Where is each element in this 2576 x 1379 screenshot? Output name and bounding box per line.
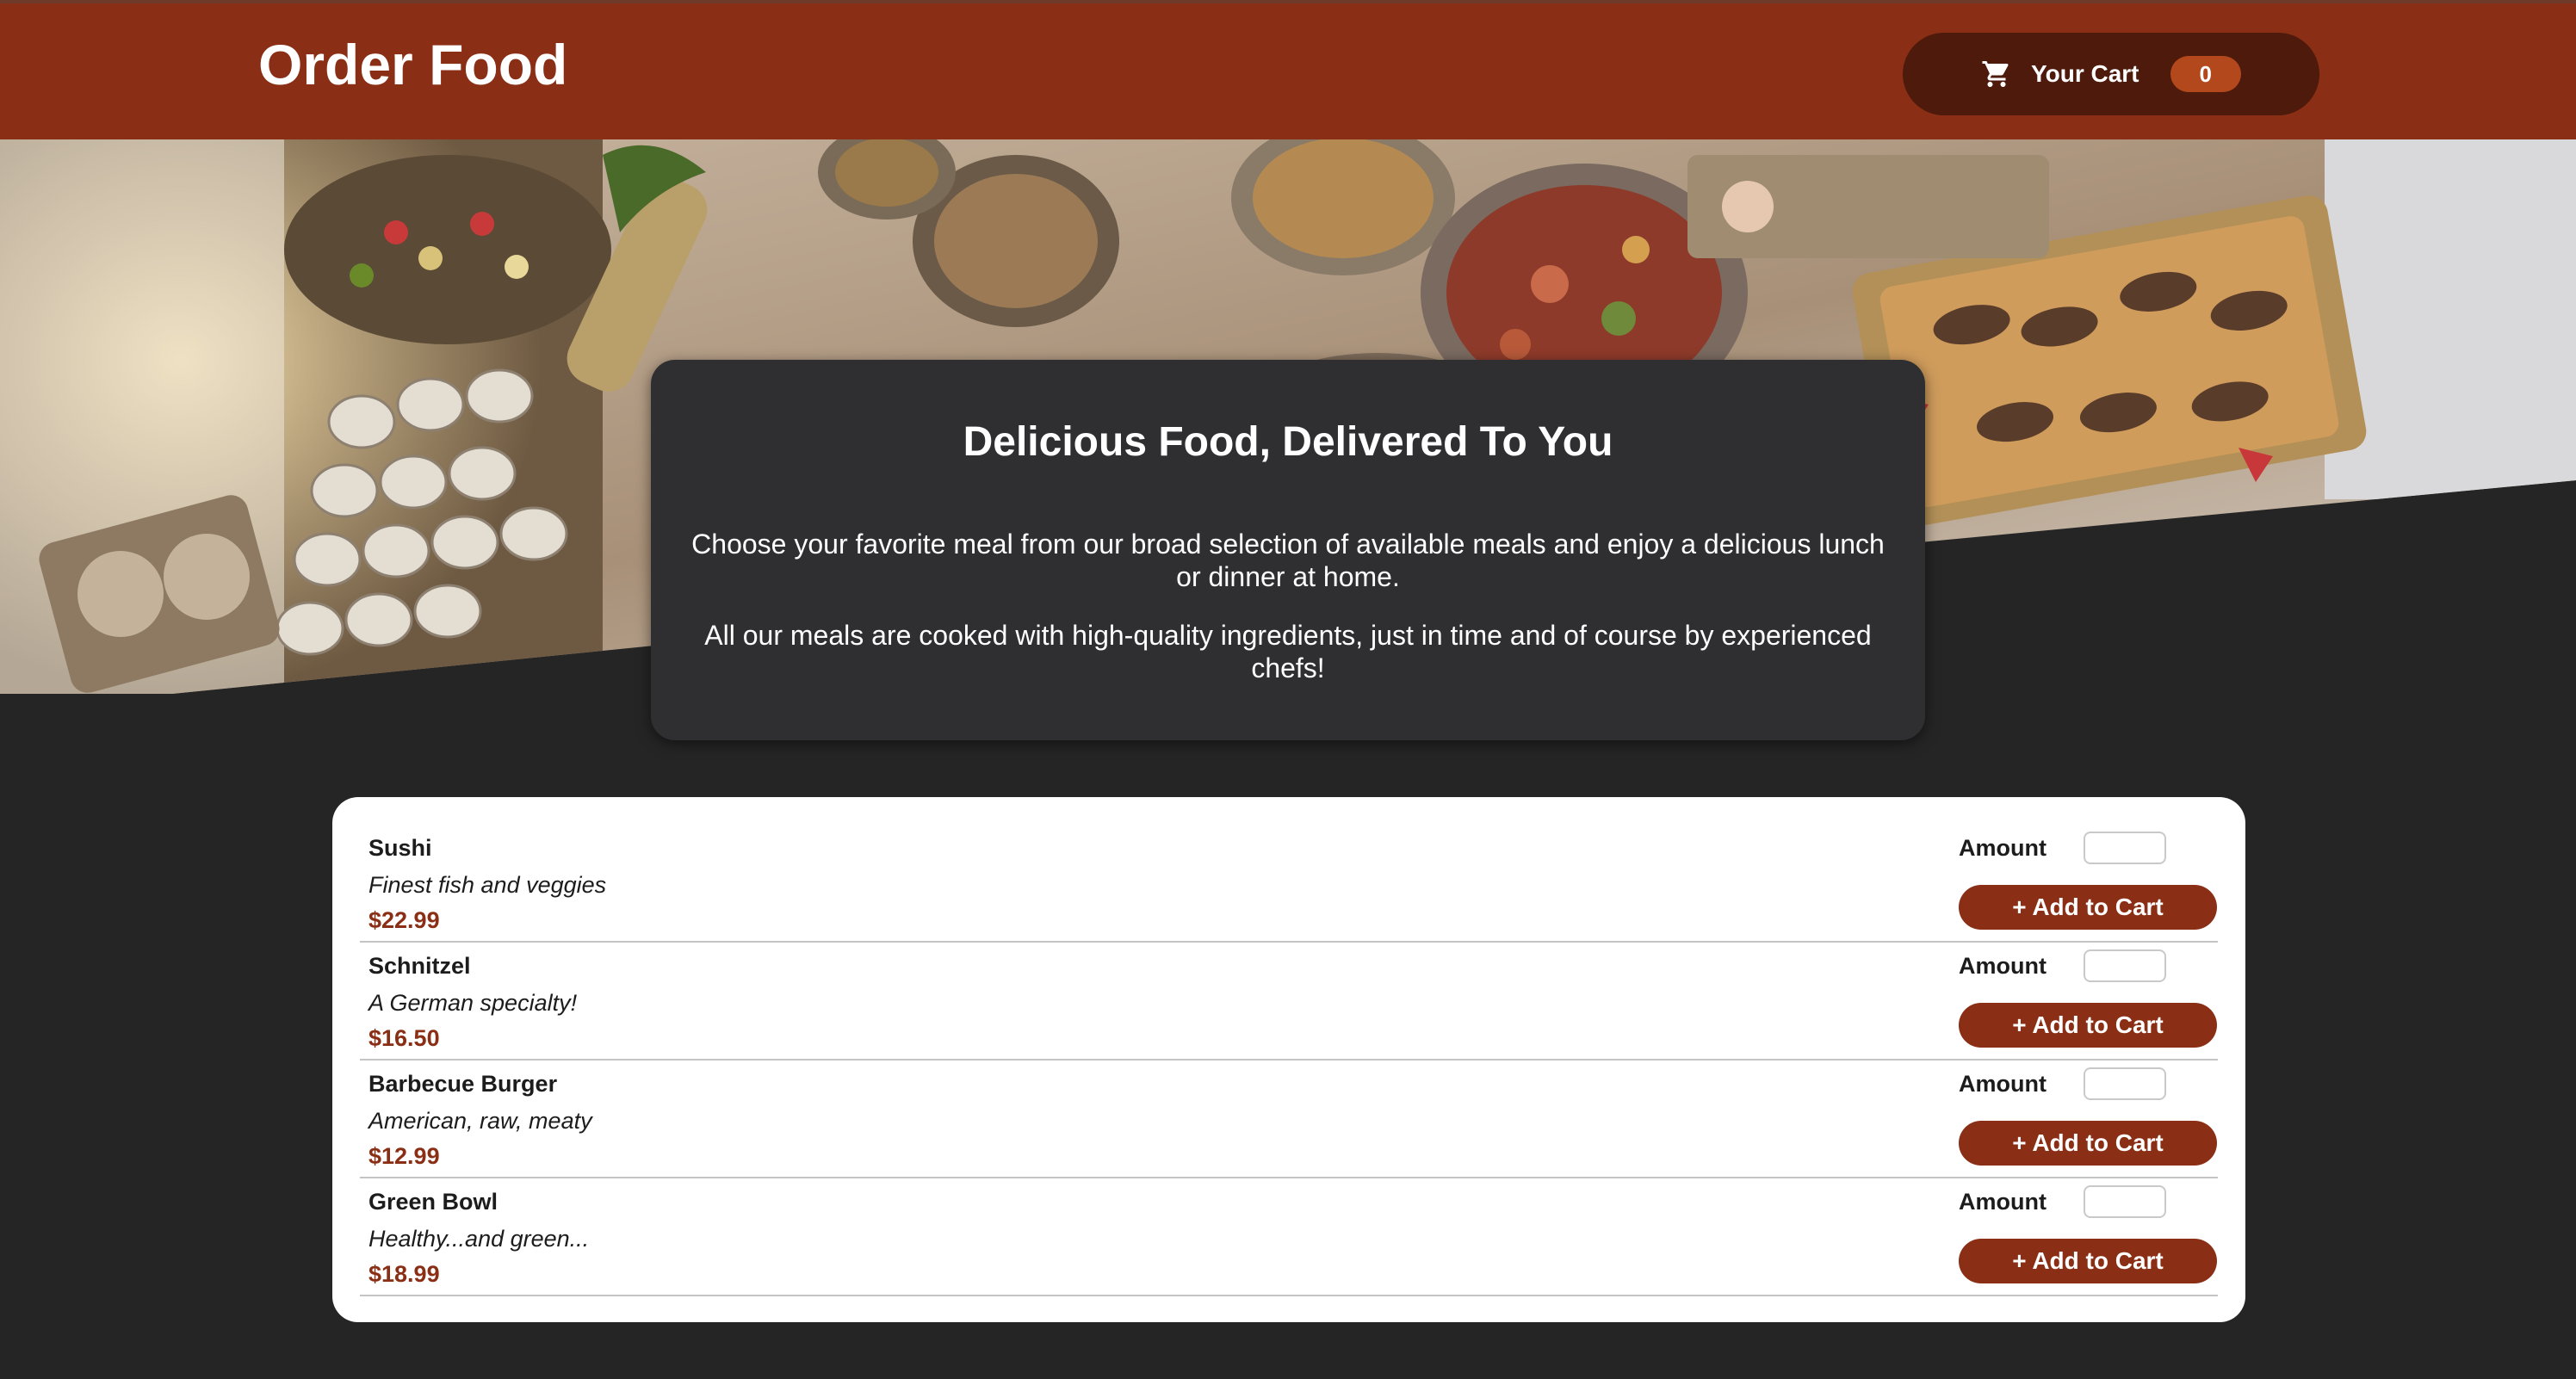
amount-label: Amount bbox=[1959, 1071, 2047, 1097]
meal-description: A German specialty! bbox=[368, 990, 578, 1016]
meal-price: $16.50 bbox=[368, 1025, 440, 1051]
summary-heading: Delicious Food, Delivered To You bbox=[963, 419, 1613, 465]
meal-price: $18.99 bbox=[368, 1261, 440, 1287]
summary-paragraph-1: Choose your favorite meal from our broad… bbox=[691, 528, 1885, 592]
add-to-cart-button[interactable]: + Add to Cart bbox=[1959, 1121, 2217, 1166]
amount-input[interactable] bbox=[2084, 949, 2166, 982]
meal-description: American, raw, meaty bbox=[368, 1108, 592, 1134]
cart-count-badge: 0 bbox=[2170, 56, 2241, 92]
meal-price: $12.99 bbox=[368, 1143, 440, 1169]
cart-button[interactable]: Your Cart 0 bbox=[1903, 33, 2319, 115]
amount-input[interactable] bbox=[2084, 1067, 2166, 1100]
amount-label: Amount bbox=[1959, 953, 2047, 979]
meal-name: Schnitzel bbox=[368, 953, 471, 979]
amount-input[interactable] bbox=[2084, 1185, 2166, 1218]
meal-description: Finest fish and veggies bbox=[368, 872, 607, 898]
app-header: Order Food Your Cart 0 bbox=[0, 0, 2576, 139]
amount-input[interactable] bbox=[2084, 832, 2166, 864]
meal-name: Sushi bbox=[368, 835, 432, 861]
meal-item-schnitzel: Schnitzel A German specialty! $16.50 Amo… bbox=[360, 943, 2218, 1061]
meals-summary: Delicious Food, Delivered To You Choose … bbox=[651, 360, 1925, 740]
summary-paragraph-2: All our meals are cooked with high-quali… bbox=[704, 619, 1872, 683]
meal-price: $22.99 bbox=[368, 907, 440, 933]
meal-name: Green Bowl bbox=[368, 1189, 498, 1215]
app-title: Order Food bbox=[258, 33, 568, 96]
meal-item-sushi: Sushi Finest fish and veggies $22.99 Amo… bbox=[360, 825, 2218, 943]
add-to-cart-button[interactable]: + Add to Cart bbox=[1959, 1239, 2217, 1283]
available-meals-card: Sushi Finest fish and veggies $22.99 Amo… bbox=[332, 797, 2245, 1322]
add-to-cart-button[interactable]: + Add to Cart bbox=[1959, 885, 2217, 930]
meal-name: Barbecue Burger bbox=[368, 1071, 558, 1097]
amount-label: Amount bbox=[1959, 1189, 2047, 1215]
add-to-cart-button[interactable]: + Add to Cart bbox=[1959, 1003, 2217, 1048]
cart-label: Your Cart bbox=[2031, 60, 2139, 87]
meal-list: Sushi Finest fish and veggies $22.99 Amo… bbox=[360, 825, 2218, 1296]
meal-item-green-bowl: Green Bowl Healthy...and green... $18.99… bbox=[360, 1178, 2218, 1296]
amount-label: Amount bbox=[1959, 835, 2047, 861]
cart-icon bbox=[1981, 59, 2012, 90]
meal-description: Healthy...and green... bbox=[368, 1226, 590, 1252]
meal-item-barbecue-burger: Barbecue Burger American, raw, meaty $12… bbox=[360, 1061, 2218, 1178]
